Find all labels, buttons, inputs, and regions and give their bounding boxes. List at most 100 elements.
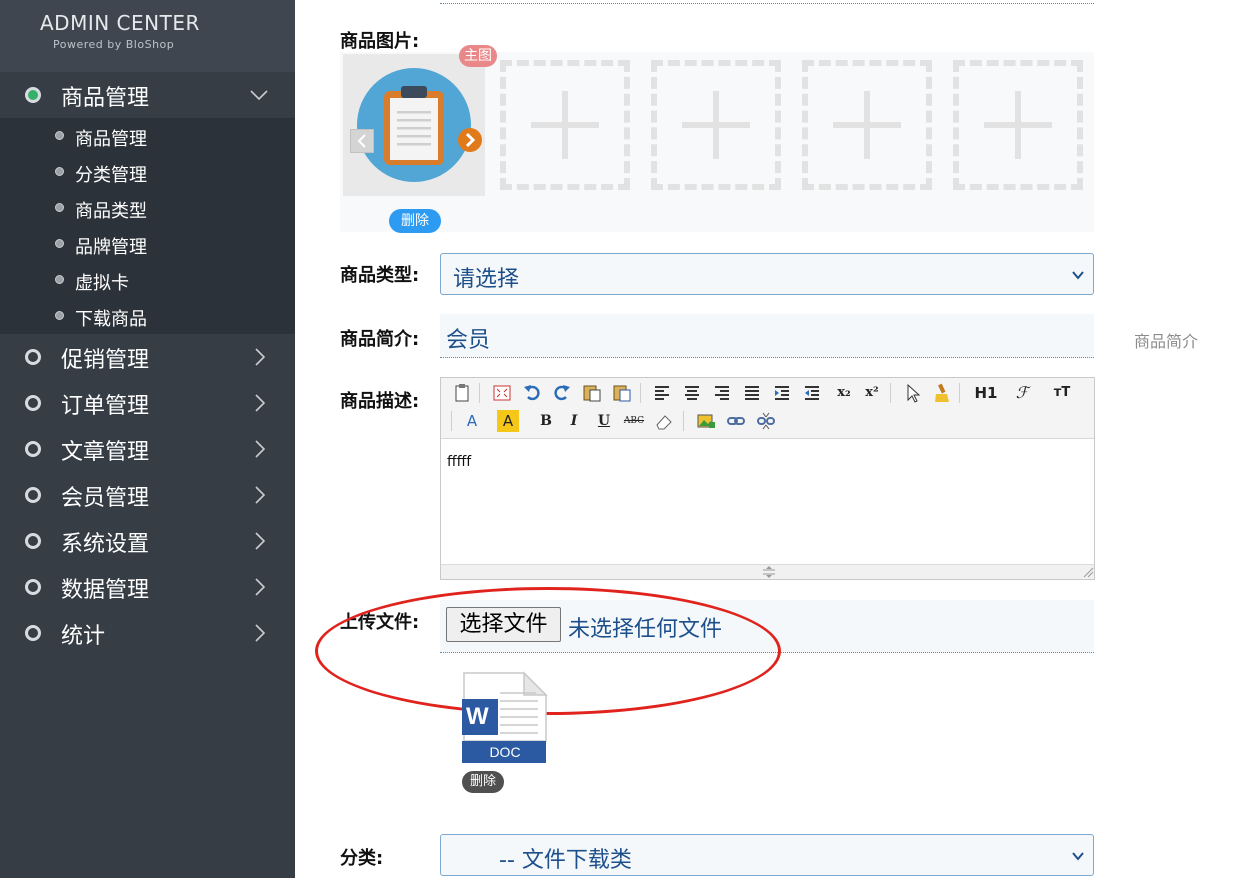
add-image-slot[interactable] [953,60,1083,190]
word-badge: W [466,703,489,730]
eraser-icon[interactable] [653,410,675,432]
main-form: 商品图片: 主图 删除 商品类型: 请选择 商品简介: 会员 商品简介 商品描述… [295,0,1248,878]
active-dot-icon [25,87,41,103]
chevron-right-icon [255,624,266,642]
submenu-item-downloads[interactable]: 下载商品 [0,298,295,334]
word-document-icon: W DOC [462,671,548,763]
highlight-ellipse [315,587,781,715]
add-image-slot[interactable] [802,60,932,190]
outdent-icon[interactable] [801,382,823,404]
toolbar-separator [959,383,960,403]
bullet-icon [55,311,64,320]
submenu-item-brands[interactable]: 品牌管理 [0,226,295,262]
brand: ADMIN CENTER Powered by BloShop [0,0,295,72]
sidebar-group-label: 促销管理 [61,348,150,373]
corner-resize-icon [1083,567,1094,578]
main-image-thumbnail[interactable] [343,54,485,196]
submenu-item-virtual-cards[interactable]: 虚拟卡 [0,262,295,298]
submenu-item-products[interactable]: 商品管理 [0,118,295,154]
chevron-right-icon [255,440,266,458]
type-select-value: 请选择 [453,267,520,292]
chevron-right-icon [255,532,266,550]
bullet-icon [55,275,64,284]
category-label: 分类: [340,848,384,869]
chevron-right-icon [255,394,266,412]
intro-input[interactable]: 会员 [440,314,1094,358]
delete-image-button[interactable]: 删除 [389,209,441,233]
redo-icon[interactable] [551,382,573,404]
circle-icon [25,395,41,411]
sidebar-group-label: 系统设置 [61,532,150,557]
sidebar-group-label: 文章管理 [61,440,150,465]
toolbar-separator [451,411,452,431]
italic-icon[interactable]: I [563,410,585,432]
paste-word-icon[interactable] [611,382,633,404]
rich-text-editor: x₂ x² H1 ℱ тT A A B I U ABC fffff [440,377,1095,580]
editor-content[interactable]: fffff [447,454,471,470]
submenu-item-label: 分类管理 [75,165,147,186]
add-image-slot[interactable] [651,60,781,190]
chevron-left-icon[interactable] [350,129,374,153]
sidebar-group-label: 统计 [61,624,106,649]
subscript-icon[interactable]: x₂ [833,382,855,404]
brand-title: ADMIN CENTER [40,11,200,35]
editor-resize-bar[interactable] [441,564,1094,579]
toolbar-separator [640,383,641,403]
paste-text-icon[interactable] [581,382,603,404]
circle-icon [25,441,41,457]
font-family-icon[interactable]: ℱ [1011,382,1033,404]
delete-file-button[interactable]: 删除 [462,771,504,793]
sidebar-group-label: 数据管理 [61,578,150,603]
sidebar-group-articles[interactable]: 文章管理 [0,426,295,472]
paste-icon[interactable] [451,382,473,404]
unlink-icon[interactable] [755,410,777,432]
bullet-icon [55,239,64,248]
sidebar-group-products[interactable]: 商品管理 [0,72,295,118]
sidebar-group-label: 订单管理 [61,394,150,419]
underline-icon[interactable]: U [593,410,615,432]
circle-icon [25,487,41,503]
submenu-item-categories[interactable]: 分类管理 [0,154,295,190]
type-label: 商品类型: [340,265,420,286]
align-center-icon[interactable] [681,382,703,404]
bg-color-icon[interactable]: A [497,410,519,432]
sidebar-group-statistics[interactable]: 统计 [0,610,295,656]
fullscreen-icon[interactable] [491,382,513,404]
sidebar-group-data[interactable]: 数据管理 [0,564,295,610]
submenu-item-label: 下载商品 [75,309,147,330]
clear-format-icon[interactable] [931,382,953,404]
link-icon[interactable] [725,410,747,432]
add-image-slot[interactable] [500,60,630,190]
submenu-item-label: 商品管理 [75,129,147,150]
bullet-icon [55,167,64,176]
bold-icon[interactable]: B [535,410,557,432]
intro-input-value: 会员 [446,328,491,353]
submenu-item-product-types[interactable]: 商品类型 [0,190,295,226]
chevron-right-icon[interactable] [458,128,482,152]
sidebar-group-label: 会员管理 [61,486,150,511]
toolbar-separator [479,383,480,403]
submenu-item-label: 品牌管理 [75,237,147,258]
sidebar-group-orders[interactable]: 订单管理 [0,380,295,426]
category-select[interactable]: -- 文件下载类 [440,834,1094,876]
editor-toolbar: x₂ x² H1 ℱ тT A A B I U ABC [441,378,1094,439]
font-color-icon[interactable]: A [461,410,483,432]
sidebar-group-settings[interactable]: 系统设置 [0,518,295,564]
submenu: 商品管理 分类管理 商品类型 品牌管理 虚拟卡 下载商品 [0,118,295,334]
submenu-item-label: 虚拟卡 [75,273,129,294]
select-icon[interactable] [901,382,923,404]
strikethrough-icon[interactable]: ABC [623,410,645,432]
align-right-icon[interactable] [711,382,733,404]
heading-icon[interactable]: H1 [971,382,1001,404]
undo-icon[interactable] [521,382,543,404]
superscript-icon[interactable]: x² [861,382,883,404]
sidebar-group-promotions[interactable]: 促销管理 [0,334,295,380]
font-size-icon[interactable]: тT [1047,382,1077,404]
sidebar-group-members[interactable]: 会员管理 [0,472,295,518]
image-icon[interactable] [695,410,717,432]
type-select[interactable]: 请选择 [440,253,1094,295]
justify-icon[interactable] [741,382,763,404]
chevron-right-icon [255,486,266,504]
align-left-icon[interactable] [651,382,673,404]
indent-icon[interactable] [771,382,793,404]
